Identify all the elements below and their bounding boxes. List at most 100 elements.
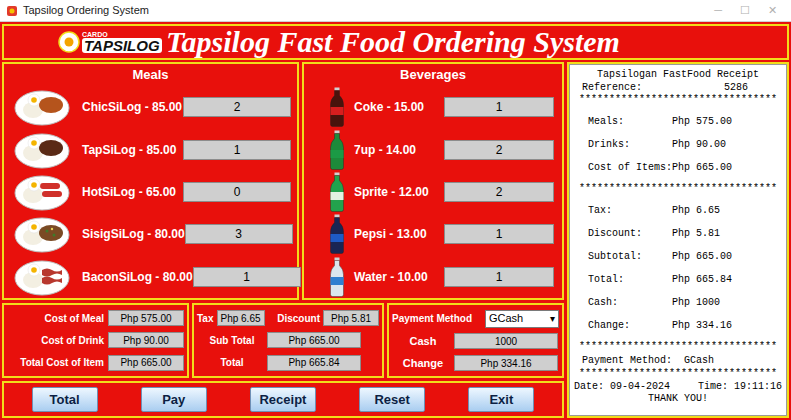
cash-field[interactable]: 1000 [454, 333, 558, 349]
receipt-time: Time: 19:11:16 [698, 380, 782, 393]
beverage-row: Coke - 15.00 1 [304, 86, 562, 128]
cost-field[interactable]: Php 575.00 [108, 310, 184, 326]
meal-quantity-field[interactable]: 0 [183, 182, 291, 202]
subtotal-row: Sub TotalPhp 665.00 [197, 332, 379, 348]
receipt-field-row: Meals:Php 575.00 [574, 110, 782, 133]
tax-field[interactable]: Php 6.65 [217, 310, 265, 326]
meal-label: HotSiLog - 65.00 [82, 183, 176, 201]
action-button[interactable]: Receipt [250, 387, 316, 413]
meal-row: HotSiLog - 65.00 0 [4, 171, 297, 213]
main-area: MealsChicSiLog - 85.002TapSiLog - 85.001… [2, 62, 789, 418]
title-bar: Tapsilog Ordering System─☐✕ [0, 0, 791, 22]
receipt-separator: ********************************* [574, 368, 782, 380]
beverage-quantity-field[interactable]: 2 [444, 140, 554, 160]
meal-label: TapSiLog - 85.00 [82, 141, 176, 159]
receipt-field-row: Total:Php 665.84 [574, 268, 782, 291]
receipt-separator: ********************************* [574, 94, 782, 106]
meal-quantity-field[interactable]: 3 [185, 224, 293, 244]
meal-row: BaconSiLog - 80.001 [4, 256, 297, 298]
receipt-field-label: Drinks: [588, 137, 672, 152]
receipt-field-row: Discount:Php 5.81 [574, 222, 782, 245]
action-button[interactable]: Total [32, 387, 98, 413]
receipt-footer: THANK YOU! [574, 393, 782, 405]
discount-field[interactable]: Php 5.81 [323, 310, 379, 326]
header-panel: CARDOTAPSILOGTapsilog Fast Food Ordering… [2, 24, 789, 60]
receipt-field-label: Tax: [588, 203, 672, 218]
payment-method-row: Payment Method GCash▾ [392, 310, 559, 328]
payment-method-label: Payment Method [392, 311, 472, 326]
receipt-panel: Tapsilogan FastFood ReceiptReference:528… [567, 62, 789, 418]
app-icon [6, 5, 18, 17]
payment-panel: Payment Method GCash▾ Cash1000 ChangePhp 33… [387, 303, 564, 378]
beverage-row: Sprite - 12.00 2 [304, 171, 562, 213]
cost-field[interactable]: Php 90.00 [108, 332, 184, 348]
water-bottle-icon [328, 257, 346, 297]
receipt-field-value: Php 334.16 [672, 318, 732, 333]
beverage-quantity-field[interactable]: 1 [444, 97, 554, 117]
logo: CARDOTAPSILOG [58, 27, 158, 57]
beverage-label: Water - 10.00 [354, 268, 428, 286]
receipt-field-value: Php 1000 [672, 295, 720, 310]
discount-label: Discount [277, 311, 320, 326]
coke-bottle-icon [328, 87, 346, 127]
charges-panel: TaxPhp 6.65 DiscountPhp 5.81 Sub TotalPhp … [192, 303, 384, 378]
total-field[interactable]: Php 665.84 [267, 355, 361, 371]
cost-field[interactable]: Php 665.00 [108, 355, 184, 371]
beverage-label: Sprite - 12.00 [354, 183, 429, 201]
receipt-section: Tax:Php 6.65 Discount:Php 5.81Subtotal:Ph… [574, 195, 782, 341]
window-control-button[interactable]: ─ [714, 2, 722, 19]
receipt-separator: ********************************* [574, 341, 782, 353]
beverages-title: Beverages [304, 64, 562, 86]
subtotal-field[interactable]: Php 665.00 [267, 332, 361, 348]
beverage-quantity-field[interactable]: 1 [444, 267, 554, 287]
cost-label: Total Cost of Item [20, 355, 104, 370]
payment-method-value: GCash [489, 310, 523, 327]
egg-logo-icon [58, 31, 80, 53]
receipt-field-value: Php 665.00 [672, 249, 732, 264]
receipt-field-row: Drinks:Php 90.00 [574, 133, 782, 156]
meal-quantity-field[interactable]: 1 [193, 267, 301, 287]
action-button[interactable]: Reset [359, 387, 425, 413]
button-bar: Total Pay Receipt Reset Exit [2, 381, 564, 418]
app-title: Tapsilog Fast Food Ordering System [166, 27, 620, 57]
receipt-field-row: Change:Php 334.16 [574, 314, 782, 337]
change-row: ChangePhp 334.16 [392, 355, 559, 372]
sisig-meal-icon [14, 215, 70, 253]
payment-method-select[interactable]: GCash▾ [485, 310, 559, 328]
beverage-label: Pepsi - 13.00 [354, 225, 427, 243]
logo-text: CARDOTAPSILOG [82, 31, 162, 53]
app-body: CARDOTAPSILOGTapsilog Fast Food Ordering… [0, 22, 791, 420]
bacon-meal-icon [14, 258, 70, 296]
beverage-row: 7up - 14.002 [304, 128, 562, 170]
window-control-button[interactable]: ☐ [740, 2, 750, 19]
window-control-button[interactable]: ✕ [768, 2, 777, 19]
receipt-date: Date: 09-04-2024 [574, 380, 670, 393]
receipt-separator: ********************************* [574, 183, 782, 195]
beverage-label: Coke - 15.00 [354, 98, 424, 116]
cost-row: Cost of DrinkPhp 90.00 [7, 332, 184, 348]
beverage-quantity-field[interactable]: 2 [444, 182, 554, 202]
meal-quantity-field[interactable]: 2 [183, 97, 291, 117]
receipt-section: Meals:Php 575.00Drinks:Php 90.00Cost of … [574, 106, 782, 183]
receipt-field-value: Php 6.65 [672, 203, 720, 218]
change-field[interactable]: Php 334.16 [454, 355, 558, 371]
receipt-field-row: Subtotal:Php 665.00 [574, 245, 782, 268]
total-label: Total [197, 355, 267, 370]
receipt-field-value: Php 665.84 [672, 272, 732, 287]
receipt-payment-label: Payment Method: [582, 353, 684, 368]
action-button[interactable]: Pay [141, 387, 207, 413]
logo-top-text: CARDO [82, 31, 162, 38]
order-column: MealsChicSiLog - 85.002TapSiLog - 85.001… [2, 62, 564, 418]
receipt-field-value: Php 90.00 [672, 137, 726, 152]
reference-label: Reference: [582, 81, 642, 94]
receipt-field-label: Meals: [588, 114, 672, 129]
cash-row: Cash1000 [392, 333, 559, 350]
meal-quantity-field[interactable]: 1 [183, 140, 291, 160]
tax-label: Tax [197, 311, 214, 326]
beverage-quantity-field[interactable]: 1 [444, 224, 554, 244]
beverage-row: Water - 10.00 1 [304, 256, 562, 298]
meal-label: SisigSiLog - 80.00 [82, 225, 185, 243]
subtotal-label: Sub Total [197, 333, 267, 348]
sprite-bottle-icon [328, 172, 346, 212]
action-button[interactable]: Exit [468, 387, 534, 413]
